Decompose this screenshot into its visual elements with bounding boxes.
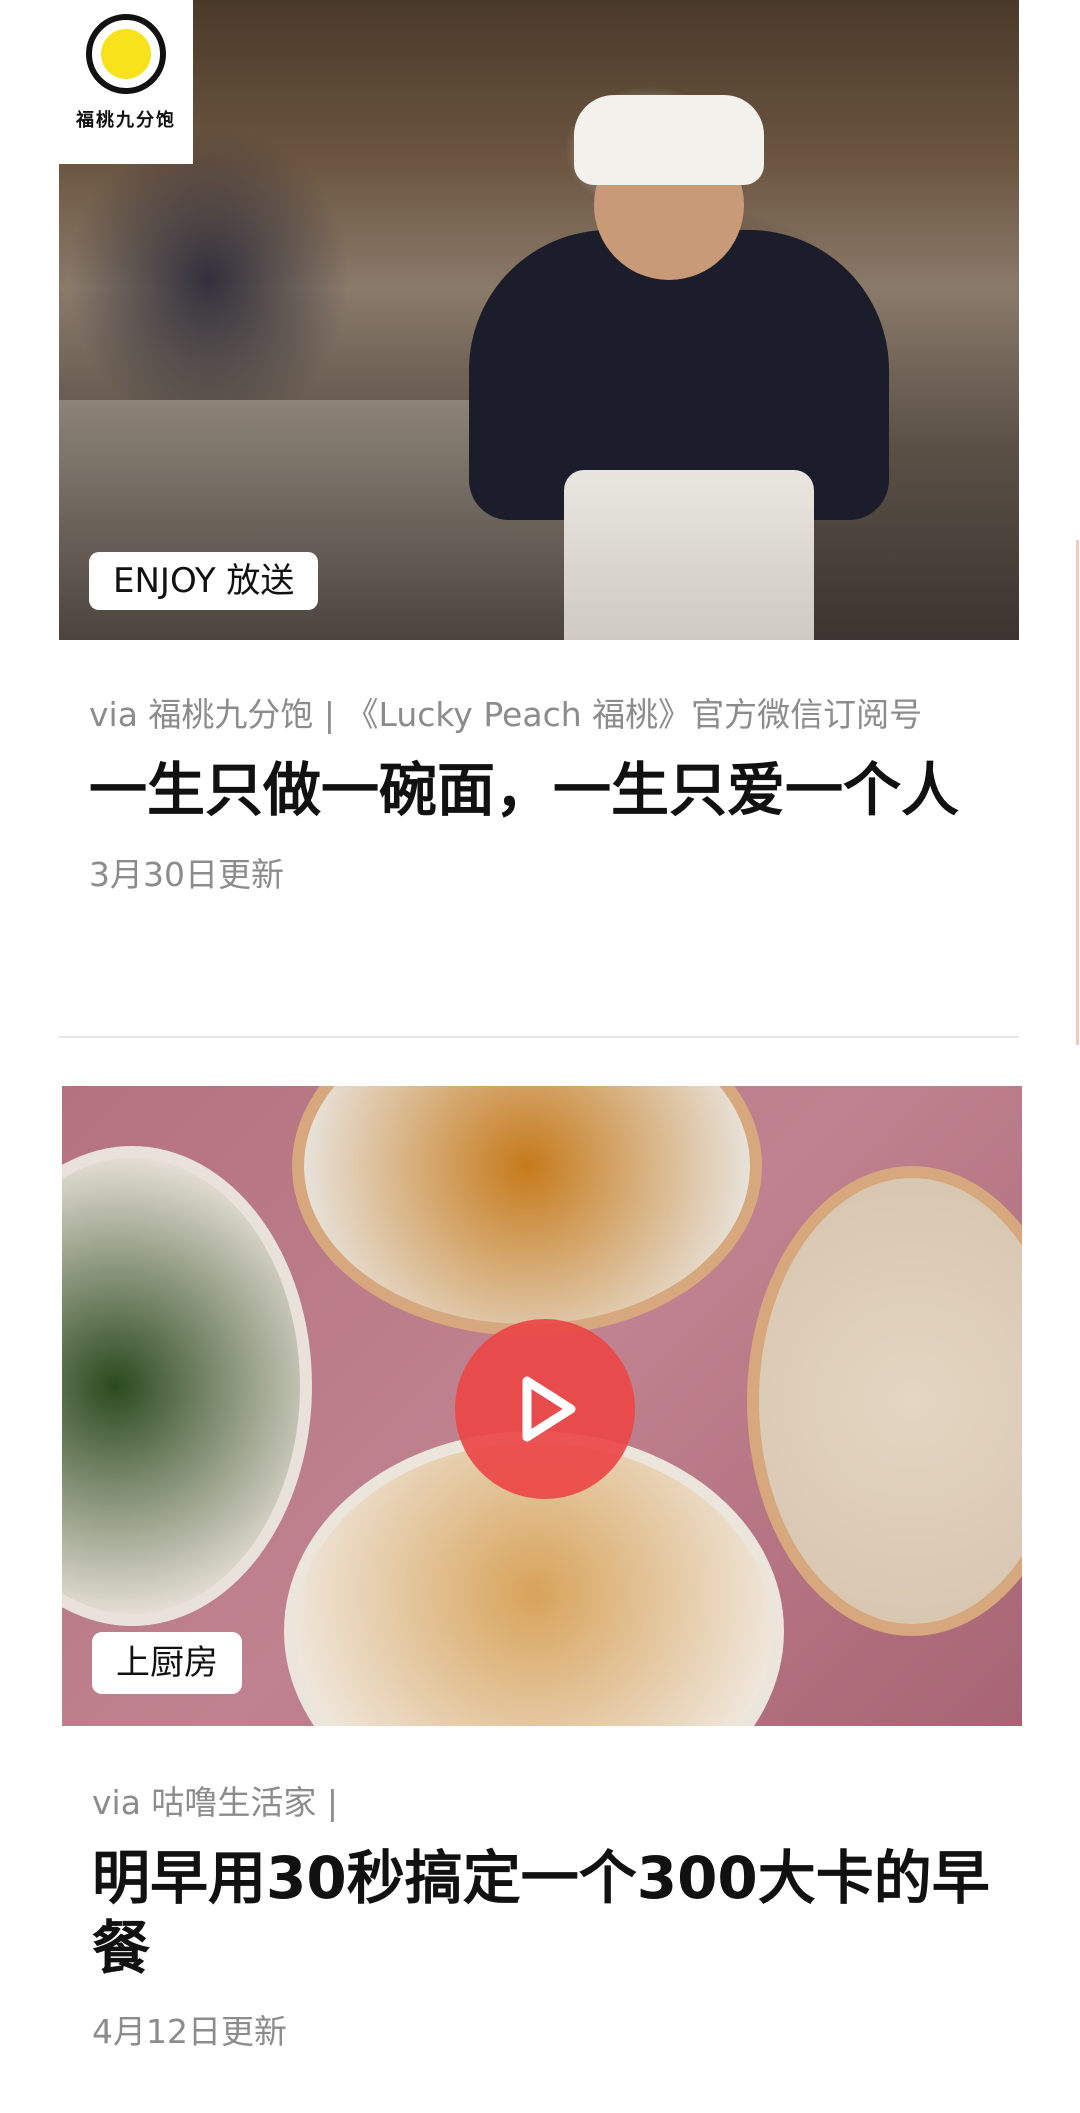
article-source[interactable]: via 福桃九分饱 | 《Lucky Peach 福桃》官方微信订阅号 xyxy=(89,688,1019,736)
article-card[interactable]: 上厨房 via 咕噜生活家 | 明早用30秒搞定一个300大卡的早餐 4月12日… xyxy=(62,1086,1022,2053)
logo-text: 福桃九分饱 xyxy=(76,110,176,131)
category-tag[interactable]: 上厨房 xyxy=(92,1632,242,1694)
article-updated-date: 3月30日更新 xyxy=(89,854,284,894)
bowl-greens-egg xyxy=(62,1146,312,1626)
article-feed: 福桃九分饱 ENJOY 放送 via 福桃九分饱 | 《Lucky Peach … xyxy=(0,0,1080,2113)
category-tag[interactable]: ENJOY 放送 xyxy=(89,552,319,610)
feed-divider xyxy=(59,1036,1019,1038)
bowl-coconut-dates xyxy=(747,1166,1022,1636)
lucky-peach-logo-icon xyxy=(86,14,166,94)
scroll-indicator xyxy=(1076,540,1079,1045)
article-title[interactable]: 一生只做一碗面，一生只爱一个人 xyxy=(89,756,989,826)
article-title[interactable]: 明早用30秒搞定一个300大卡的早餐 xyxy=(92,1844,992,1983)
article-card[interactable]: 福桃九分饱 ENJOY 放送 via 福桃九分饱 | 《Lucky Peach … xyxy=(59,0,1019,896)
chef-apron xyxy=(564,470,814,640)
publisher-logo: 福桃九分饱 xyxy=(59,0,193,164)
chef-kitchen-photo xyxy=(59,0,1019,640)
play-icon xyxy=(522,1376,576,1442)
chef-hat xyxy=(574,95,764,185)
article-cover-video[interactable]: 上厨房 xyxy=(62,1086,1022,1726)
article-updated-date: 4月12日更新 xyxy=(92,2012,287,2052)
article-source[interactable]: via 咕噜生活家 | xyxy=(92,1776,1022,1824)
play-button[interactable] xyxy=(455,1319,635,1499)
article-cover-image[interactable]: 福桃九分饱 ENJOY 放送 xyxy=(59,0,1019,640)
bowl-pumpkin xyxy=(292,1086,762,1336)
